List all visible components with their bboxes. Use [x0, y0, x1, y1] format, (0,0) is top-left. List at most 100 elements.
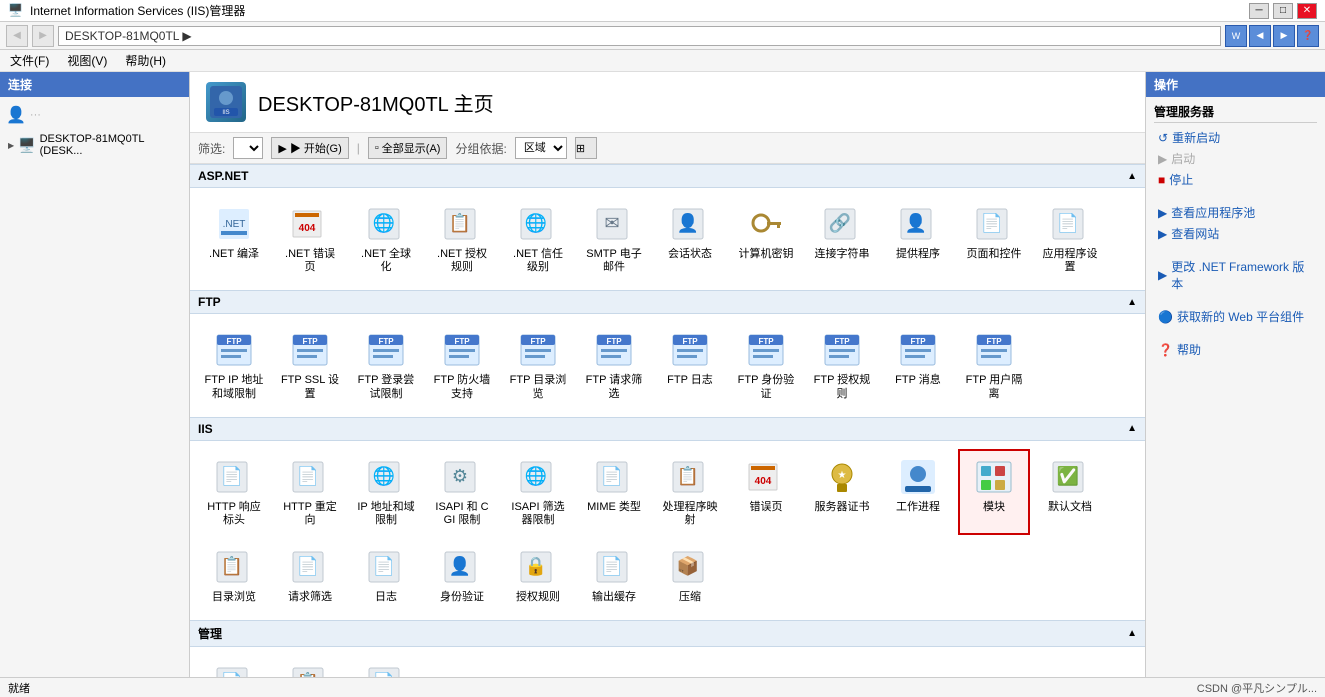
icon-item-providers[interactable]: 👤 提供程序: [882, 196, 954, 282]
icon-item-feature-delegate[interactable]: 📋 功能委派: [274, 655, 346, 677]
icon-item-ftp-rules[interactable]: FTP FTP 授权规则: [806, 322, 878, 408]
icon-item-net-auth[interactable]: 📋 .NET 授权规则: [426, 196, 498, 282]
section-header-manage[interactable]: 管理▲: [190, 620, 1145, 647]
icon-item-authz[interactable]: 🔒 授权规则: [502, 539, 574, 612]
action-start[interactable]: ▶ 启动: [1154, 148, 1317, 169]
icon-item-ftp-ip[interactable]: FTP FTP IP 地址和域限制: [198, 322, 270, 408]
svg-text:🌐: 🌐: [373, 212, 395, 233]
icon-item-ftp-ssl[interactable]: FTP FTP SSL 设置: [274, 322, 346, 408]
icon-item-ftp-filter[interactable]: FTP FTP 请求筛选: [578, 322, 650, 408]
icon-item-ftp-auth[interactable]: FTP FTP 身份验证: [730, 322, 802, 408]
forward-button[interactable]: ▶: [32, 25, 54, 47]
icon-item-net-global[interactable]: 🌐 .NET 全球化: [350, 196, 422, 282]
icon-item-handler[interactable]: 📋 处理程序映射: [654, 449, 726, 535]
maximize-button[interactable]: □: [1273, 3, 1293, 19]
addon-icon-3[interactable]: ▶: [1273, 25, 1295, 47]
section-header-iis[interactable]: IIS▲: [190, 417, 1145, 441]
svg-text:📋: 📋: [677, 465, 699, 486]
icon-item-conn-string[interactable]: 🔗 连接字符串: [806, 196, 878, 282]
back-button[interactable]: ◀: [6, 25, 28, 47]
section-header-ftp[interactable]: FTP▲: [190, 290, 1145, 314]
menu-file[interactable]: 文件(F): [6, 50, 53, 71]
icon-item-dir-browse[interactable]: 📋 目录浏览: [198, 539, 270, 612]
section-collapse-arrow-iis: ▲: [1127, 423, 1137, 434]
svg-text:📄: 📄: [373, 671, 395, 677]
action-get-web[interactable]: 🔵 获取新的 Web 平台组件: [1154, 306, 1317, 327]
icon-label-logging: 日志: [375, 591, 397, 604]
icon-item-app-settings[interactable]: 📄 应用程序设置: [1034, 196, 1106, 282]
section-header-aspnet[interactable]: ASP.NET▲: [190, 164, 1145, 188]
addon-icon-4[interactable]: ❓: [1297, 25, 1319, 47]
icon-item-net-compile[interactable]: .NET .NET 编泽: [198, 196, 270, 282]
icon-item-ftp-iso[interactable]: FTP FTP 用户隔离: [958, 322, 1030, 408]
section-ftp: FTP▲ FTP FTP IP 地址和域限制 FTP FTP SSL 设置 FT…: [190, 290, 1145, 416]
icon-item-server-cert[interactable]: ★ 服务器证书: [806, 449, 878, 535]
group-select[interactable]: 区域: [515, 137, 567, 159]
action-restart[interactable]: ↺ 重新启动: [1154, 127, 1317, 148]
icon-item-output-cache[interactable]: 📄 输出缓存: [578, 539, 650, 612]
icon-img-modules: [974, 457, 1014, 497]
icon-item-http-redirect[interactable]: 📄 HTTP 重定向: [274, 449, 346, 535]
icon-item-ftp-login[interactable]: FTP FTP 登录尝试限制: [350, 322, 422, 408]
tree-expand-arrow: ▶: [8, 141, 14, 150]
svg-text:FTP: FTP: [606, 337, 622, 346]
icon-item-net-trust[interactable]: 🌐 .NET 信任级别: [502, 196, 574, 282]
start-icon: ▶: [1158, 152, 1167, 166]
icon-item-isapi-cgi[interactable]: ⚙ ISAPI 和 CGI 限制: [426, 449, 498, 535]
tree-item-server[interactable]: ▶ 🖥️ DESKTOP-81MQ0TL (DESK...: [0, 129, 189, 161]
icon-img-isapi-cgi: ⚙: [442, 457, 482, 497]
menu-view[interactable]: 视图(V): [63, 50, 111, 71]
action-view-sites[interactable]: ▶ 查看网站: [1154, 223, 1317, 244]
icon-item-ftp-log[interactable]: FTP FTP 日志: [654, 322, 726, 408]
icon-img-ftp-ip: FTP: [214, 330, 254, 370]
icon-item-smtp[interactable]: ✉ SMTP 电子邮件: [578, 196, 650, 282]
icon-item-shared-config[interactable]: 📄 Shared Configur...: [198, 655, 270, 677]
filter-start-btn[interactable]: ▶ ▶ 开始(G): [271, 137, 348, 159]
view-sites-label: 查看网站: [1171, 225, 1219, 242]
svg-text:📄: 📄: [373, 555, 395, 576]
icon-item-http-header[interactable]: 📄 HTTP 响应标头: [198, 449, 270, 535]
action-help[interactable]: ❓ 帮助: [1154, 339, 1317, 360]
action-stop[interactable]: ■ 停止: [1154, 169, 1317, 190]
icon-item-pages-controls[interactable]: 📄 页面和控件: [958, 196, 1030, 282]
icon-item-logging[interactable]: 📄 日志: [350, 539, 422, 612]
svg-text:404: 404: [299, 223, 316, 234]
action-view-apppools[interactable]: ▶ 查看应用程序池: [1154, 202, 1317, 223]
tree-item-add[interactable]: 👤 ···: [0, 101, 189, 129]
svg-text:👤: 👤: [905, 212, 927, 233]
icon-item-ip-restrict[interactable]: 🌐 IP 地址和域限制: [350, 449, 422, 535]
icon-item-default-doc[interactable]: ✅ 默认文档: [1034, 449, 1106, 535]
filter-all-btn[interactable]: ▫ 全部显示(A): [368, 137, 448, 159]
icon-img-http-redirect: 📄: [290, 457, 330, 497]
icon-item-config-editor[interactable]: 📄 配置编辑器: [350, 655, 422, 677]
icon-item-modules[interactable]: 模块: [958, 449, 1030, 535]
icon-item-compress[interactable]: 📦 压缩: [654, 539, 726, 612]
icon-label-machine-key: 计算机密钥: [739, 248, 794, 261]
menu-help[interactable]: 帮助(H): [121, 50, 170, 71]
icon-item-ftp-firewall[interactable]: FTP FTP 防火墙支持: [426, 322, 498, 408]
icon-item-error-page[interactable]: 404 错误页: [730, 449, 802, 535]
icon-img-feature-delegate: 📋: [290, 663, 330, 677]
icon-item-net-error[interactable]: 404 .NET 错误页: [274, 196, 346, 282]
close-button[interactable]: ✕: [1297, 3, 1317, 19]
icon-item-ftp-browse[interactable]: FTP FTP 目录浏览: [502, 322, 574, 408]
icon-item-mime[interactable]: 📄 MIME 类型: [578, 449, 650, 535]
icon-item-machine-key[interactable]: 计算机密钥: [730, 196, 802, 282]
icon-item-ftp-msg[interactable]: FTP FTP 消息: [882, 322, 954, 408]
action-change-framework[interactable]: ▶ 更改 .NET Framework 版本: [1154, 256, 1317, 294]
svg-text:🔒: 🔒: [525, 556, 547, 576]
icon-item-session[interactable]: 👤 会话状态: [654, 196, 726, 282]
icon-item-isapi-filter[interactable]: 🌐 ISAPI 筛选器限制: [502, 449, 574, 535]
filter-select[interactable]: [233, 137, 263, 159]
addon-icon-1[interactable]: W: [1225, 25, 1247, 47]
icon-item-worker[interactable]: 工作进程: [882, 449, 954, 535]
group-icon-btn[interactable]: ⊞: [575, 137, 597, 159]
icon-label-ip-restrict: IP 地址和域限制: [356, 501, 416, 527]
icon-item-auth[interactable]: 👤 身份验证: [426, 539, 498, 612]
minimize-button[interactable]: ─: [1249, 3, 1269, 19]
addon-icon-2[interactable]: ◀: [1249, 25, 1271, 47]
svg-text:FTP: FTP: [454, 337, 470, 346]
icon-item-request-filter[interactable]: 📄 请求筛选: [274, 539, 346, 612]
address-input[interactable]: [58, 26, 1221, 46]
section-title-manage: 管理: [198, 625, 222, 642]
